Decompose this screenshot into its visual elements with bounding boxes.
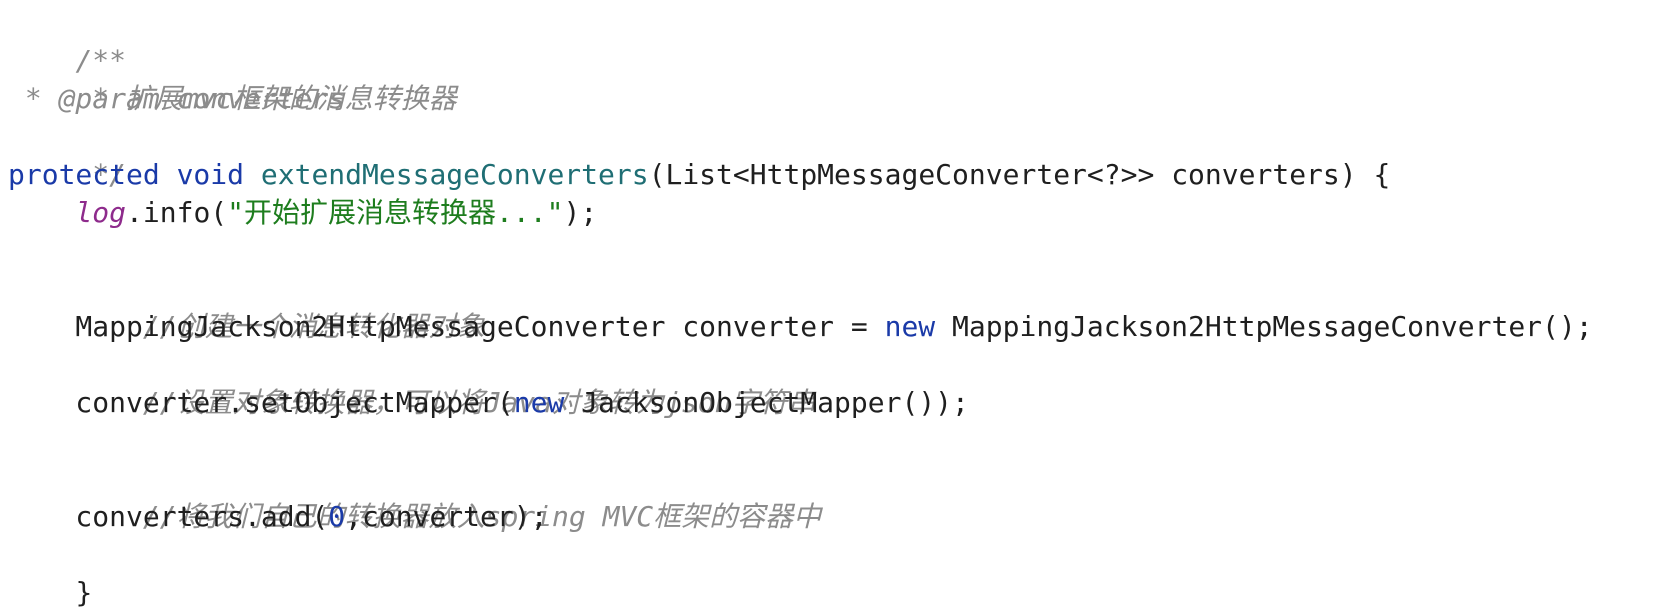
- code-line-10: //设置对象转换器，可以将Java对象转为json字符串: [8, 346, 1675, 419]
- decl-rhs: MappingJackson2HttpMessageConverter();: [935, 310, 1593, 343]
- add-lhs: converters.add(: [8, 500, 329, 533]
- code-line-4: */: [8, 118, 1675, 191]
- javadoc-open: /**: [75, 44, 127, 77]
- add-rhs: ,converter);: [345, 500, 548, 533]
- keyword-new: new: [513, 386, 565, 419]
- code-line-3: * @param converters: [8, 80, 1675, 118]
- number-literal: 0: [328, 500, 346, 533]
- javadoc-param-name: converters: [159, 82, 346, 115]
- decl-lhs: MappingJackson2HttpMessageConverter conv…: [8, 310, 885, 343]
- keyword-protected: protected: [8, 158, 160, 191]
- code-line-8: //创建一个消息转化器对象: [8, 270, 1675, 343]
- code-line-2: * 扩展mvc框架的消息转换器: [8, 42, 1675, 115]
- code-line-11: converter.setObjectMapper(new JacksonObj…: [8, 384, 1675, 422]
- set-lhs: converter.setObjectMapper(: [8, 386, 514, 419]
- javadoc-param-tag: * @param: [8, 82, 160, 115]
- keyword-new: new: [884, 310, 936, 343]
- code-line-1: /**: [8, 4, 1675, 77]
- close-brace: }: [75, 576, 93, 607]
- code-line-14: converters.add(0,converter);: [8, 498, 1675, 536]
- code-line-12-blank: [8, 422, 1675, 460]
- log-field: log: [75, 196, 127, 229]
- method-params: (List<HttpMessageConverter<?>> converter…: [648, 158, 1391, 191]
- method-name: extendMessageConverters: [260, 158, 649, 191]
- code-line-7-blank: [8, 232, 1675, 270]
- code-line-15: }: [8, 536, 1675, 607]
- code-line-6: log.info("开始扩展消息转换器...");: [8, 194, 1675, 232]
- code-editor[interactable]: /** * 扩展mvc框架的消息转换器 * @param converters …: [0, 0, 1675, 607]
- set-rhs: JacksonObjectMapper());: [564, 386, 969, 419]
- code-line-9: MappingJackson2HttpMessageConverter conv…: [8, 308, 1675, 346]
- log-call: .info(: [126, 196, 228, 229]
- keyword-void: void: [176, 158, 245, 191]
- code-line-5: protected void extendMessageConverters(L…: [8, 156, 1675, 194]
- log-end: );: [563, 196, 598, 229]
- log-string: "开始扩展消息转换器...": [227, 196, 564, 229]
- code-line-13: //将我们自己的转换器放入spring MVC框架的容器中: [8, 460, 1675, 533]
